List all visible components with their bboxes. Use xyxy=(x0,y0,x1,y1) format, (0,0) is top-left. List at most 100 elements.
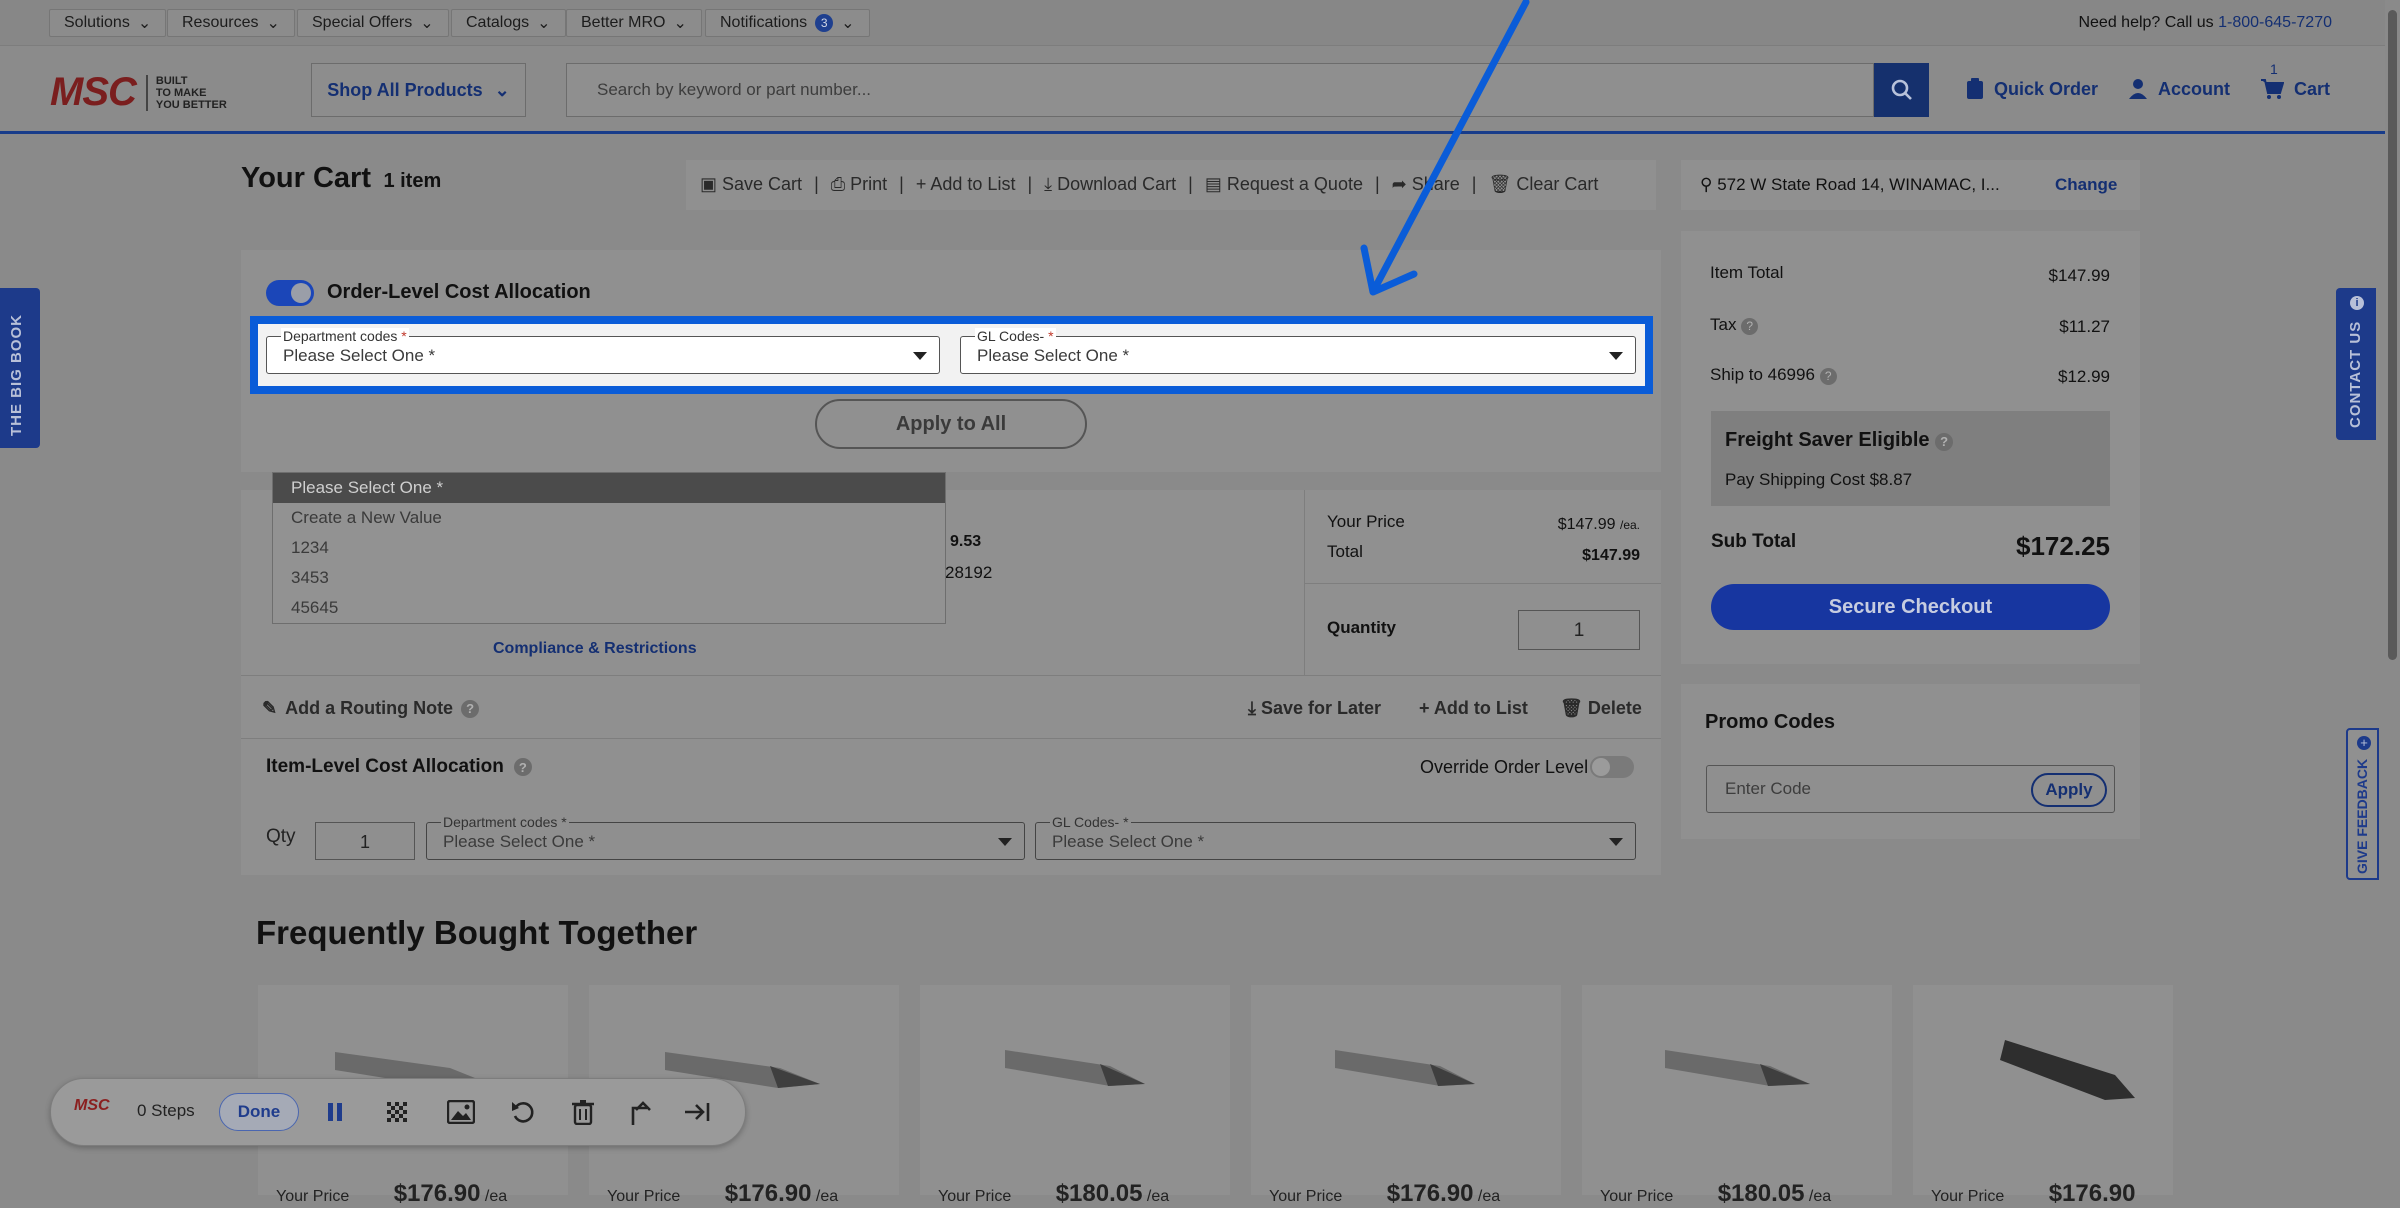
search-input[interactable]: Search by keyword or part number... xyxy=(566,63,1874,117)
item-gl-codes-select[interactable]: GL Codes- * Please Select One * xyxy=(1035,814,1636,860)
chevron-down-icon: ⌄ xyxy=(137,15,152,32)
phone-link[interactable]: 1-800-645-7270 xyxy=(2218,14,2332,31)
menu-resources[interactable]: Resources ⌄ xyxy=(167,9,295,37)
pause-icon xyxy=(328,1103,342,1121)
menu-solutions[interactable]: Solutions ⌄ xyxy=(49,9,167,37)
big-book-tab[interactable]: THE BIG BOOK xyxy=(0,288,40,448)
help-icon[interactable]: ? xyxy=(513,758,532,776)
freight-saver-box xyxy=(1711,411,2110,506)
undo-button[interactable] xyxy=(506,1095,540,1129)
save-for-later-button[interactable]: ⤓ Save for Later xyxy=(1248,698,1381,719)
user-icon xyxy=(2129,79,2147,99)
override-toggle[interactable] xyxy=(1590,756,1634,778)
annotation-arrow-icon xyxy=(1360,0,1530,296)
give-feedback-tab[interactable]: + GIVE FEEDBACK xyxy=(2346,728,2379,880)
caret-down-icon xyxy=(998,838,1012,846)
scrollbar-thumb[interactable] xyxy=(2388,10,2397,660)
fbt-title: Frequently Bought Together xyxy=(256,914,698,951)
order-allocation-toggle[interactable] xyxy=(266,280,314,306)
logo-tagline: BUILT TO MAKE YOU BETTER xyxy=(145,74,227,111)
menu-notifications[interactable]: Notifications 3 ⌄ xyxy=(705,9,870,37)
plus-icon: + xyxy=(2357,736,2371,750)
dropdown-option[interactable]: 3453 xyxy=(273,563,945,593)
chevron-down-icon: ⌄ xyxy=(494,79,510,100)
steps-count: 0 Steps xyxy=(137,1101,195,1120)
item-qty-input[interactable]: 1 xyxy=(315,822,415,860)
qty-label: Qty xyxy=(266,826,296,847)
caret-down-icon xyxy=(1609,838,1623,846)
total-label: Total xyxy=(1327,542,1363,561)
dropdown-option[interactable]: 1234 xyxy=(273,533,945,563)
dropdown-option[interactable]: Create a New Value xyxy=(273,503,945,533)
add-routing-note-button[interactable]: ✎ Add a Routing Note ? xyxy=(262,698,480,719)
department-codes-select[interactable]: Department codes * Please Select One * xyxy=(266,328,940,374)
product-price: Your Price $176.90 /ea xyxy=(276,1180,508,1207)
tax-value: $11.27 xyxy=(2059,317,2110,336)
trash-icon xyxy=(572,1100,594,1125)
subtotal-label: Sub Total xyxy=(1711,531,1797,552)
undo-icon xyxy=(512,1102,534,1123)
ship-address: ⚲ 572 W State Road 14, WINAMAC, I... xyxy=(1700,175,2000,194)
promo-card xyxy=(1681,684,2140,839)
item-department-codes-select[interactable]: Department codes * Please Select One * xyxy=(426,814,1025,860)
msc-logo[interactable]: MSC BUILT TO MAKE YOU BETTER xyxy=(50,70,227,115)
cart-link[interactable]: Cart xyxy=(2260,78,2330,100)
search-icon xyxy=(1891,79,1912,100)
tax-label: Tax ? xyxy=(1710,315,1759,335)
product-price: Your Price $180.05 /ea xyxy=(938,1180,1170,1207)
clipboard-icon xyxy=(1967,78,1983,99)
skip-button[interactable] xyxy=(680,1095,714,1129)
help-icon[interactable]: ? xyxy=(461,699,480,718)
quantity-input[interactable]: 1 xyxy=(1518,610,1640,650)
search-button[interactable] xyxy=(1874,63,1929,117)
save-cart-button[interactable]: ▣ Save Cart xyxy=(700,174,802,195)
menu-special-offers[interactable]: Special Offers ⌄ xyxy=(297,9,449,37)
dropdown-option[interactable]: 45645 xyxy=(273,593,945,623)
delete-item-button[interactable]: 🗑 Delete xyxy=(1560,698,1642,719)
apply-to-all-button[interactable]: Apply to All xyxy=(815,399,1087,449)
chevron-down-icon: ⌄ xyxy=(537,15,551,32)
gl-codes-select[interactable]: GL Codes- * Please Select One * xyxy=(960,328,1636,374)
pause-button[interactable] xyxy=(318,1095,352,1129)
compliance-link[interactable]: Compliance & Restrictions xyxy=(493,640,697,658)
promo-apply-button[interactable]: Apply xyxy=(2031,773,2107,807)
help-icon[interactable]: ? xyxy=(1819,368,1837,385)
item-add-to-list-button[interactable]: + Add to List xyxy=(1419,698,1528,719)
order-allocation-title: Order-Level Cost Allocation xyxy=(327,281,591,303)
end-mill-image xyxy=(1005,1050,1145,1086)
override-label: Override Order Level xyxy=(1420,757,1589,777)
download-cart-button[interactable]: ⤓ Download Cart xyxy=(1044,174,1176,195)
your-price-label: Your Price xyxy=(1327,512,1405,531)
product-price: Your Price $176.90 /ea xyxy=(607,1180,839,1207)
ship-value: $12.99 xyxy=(2058,367,2110,386)
image-icon xyxy=(447,1100,475,1124)
account-link[interactable]: Account xyxy=(2128,78,2230,100)
end-mill-image xyxy=(1335,1050,1475,1086)
dropdown-option[interactable]: Please Select One * xyxy=(273,473,945,503)
quick-order-link[interactable]: Quick Order xyxy=(1966,78,2098,100)
trash-icon: 🗑 xyxy=(1560,698,1588,718)
help-icon[interactable]: ? xyxy=(1935,433,1954,451)
menu-better-mro[interactable]: Better MRO ⌄ xyxy=(566,9,702,37)
shop-all-products-button[interactable]: Shop All Products ⌄ xyxy=(311,63,526,117)
menu-catalogs[interactable]: Catalogs ⌄ xyxy=(451,9,566,37)
delete-step-button[interactable] xyxy=(566,1095,600,1129)
add-to-list-button[interactable]: + Add to List xyxy=(916,174,1016,195)
change-address-link[interactable]: Change xyxy=(2055,175,2117,195)
info-icon: i xyxy=(2350,296,2364,310)
contact-us-tab[interactable]: i CONTACT US xyxy=(2336,288,2376,440)
done-button[interactable]: Done xyxy=(219,1093,299,1131)
product-price: Your Price $176.90 xyxy=(1931,1180,2136,1207)
print-button[interactable]: ⎙ Print xyxy=(831,174,887,195)
image-button[interactable] xyxy=(444,1095,478,1129)
plus-icon: + xyxy=(1419,698,1434,718)
skip-to-end-icon xyxy=(685,1103,710,1121)
upload-button[interactable] xyxy=(623,1095,657,1129)
help-icon[interactable]: ? xyxy=(1741,318,1759,335)
blur-button[interactable] xyxy=(380,1095,414,1129)
download-icon: ⤓ xyxy=(1248,698,1261,718)
partial-price: 9.53 xyxy=(950,533,982,550)
end-mill-image xyxy=(2000,1040,2135,1100)
cart-title: Your Cart 1 item xyxy=(241,162,442,194)
secure-checkout-button[interactable]: Secure Checkout xyxy=(1711,584,2110,630)
